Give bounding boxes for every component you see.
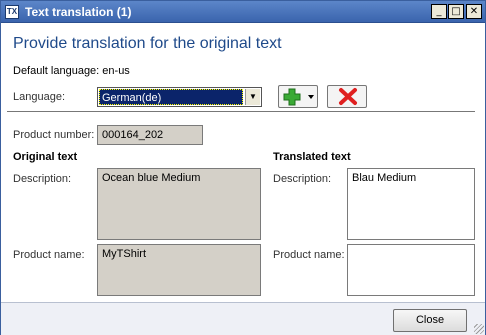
add-translation-button[interactable] bbox=[278, 85, 318, 108]
original-product-name-label: Product name: bbox=[13, 249, 85, 261]
original-description-field: Ocean blue Medium bbox=[97, 168, 261, 240]
resize-grip-icon[interactable] bbox=[474, 324, 484, 334]
translated-product-name-label: Product name: bbox=[273, 249, 345, 261]
close-window-button[interactable]: ✕ bbox=[466, 4, 482, 19]
dialog-footer: Close bbox=[1, 302, 485, 335]
language-selected-value: German(de) bbox=[99, 89, 243, 105]
product-number-field: 000164_202 bbox=[97, 125, 203, 145]
translated-description-label: Description: bbox=[273, 173, 332, 185]
language-label: Language: bbox=[13, 91, 65, 103]
translated-text-header: Translated text bbox=[273, 151, 351, 163]
translated-description-input[interactable]: Blau Medium bbox=[347, 168, 475, 240]
divider bbox=[7, 111, 475, 112]
language-select[interactable]: German(de) ▼ bbox=[97, 87, 262, 107]
product-number-label: Product number: bbox=[13, 129, 95, 141]
original-text-header: Original text bbox=[13, 151, 78, 163]
page-heading: Provide translation for the original tex… bbox=[13, 35, 282, 52]
default-language-text: Default language: en-us bbox=[13, 65, 130, 77]
app-icon: TX bbox=[5, 5, 19, 19]
translated-product-name-input[interactable] bbox=[347, 244, 475, 296]
close-button[interactable]: Close bbox=[393, 309, 467, 332]
maximize-button[interactable]: □ bbox=[448, 4, 464, 19]
title-bar[interactable]: TX Text translation (1) _ □ ✕ bbox=[1, 1, 485, 23]
original-description-label: Description: bbox=[13, 173, 72, 185]
text-translation-dialog: TX Text translation (1) _ □ ✕ Provide tr… bbox=[0, 0, 486, 335]
original-product-name-field: MyTShirt bbox=[97, 244, 261, 296]
plus-icon bbox=[283, 88, 314, 106]
window-title: Text translation (1) bbox=[25, 5, 132, 19]
delete-translation-button[interactable] bbox=[327, 85, 367, 108]
minimize-button[interactable]: _ bbox=[431, 4, 447, 19]
chevron-down-icon[interactable]: ▼ bbox=[245, 89, 260, 105]
delete-x-icon bbox=[339, 88, 357, 105]
